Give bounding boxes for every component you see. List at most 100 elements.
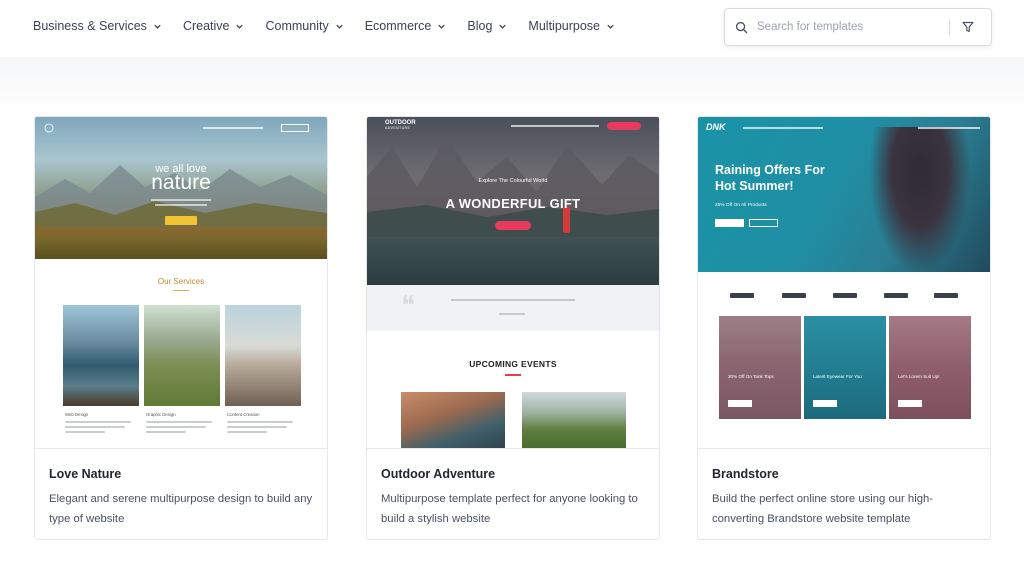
nav-item-label: Community: [265, 19, 329, 33]
quote-line: [451, 299, 575, 301]
product-button: [728, 400, 752, 407]
chevron-down-icon: [336, 24, 343, 29]
hero-button: [165, 216, 197, 225]
text-line: [227, 426, 287, 428]
brand-logo: [884, 293, 908, 298]
event-image: [522, 392, 626, 448]
search-input[interactable]: [757, 21, 943, 33]
nav-item-blog[interactable]: Blog: [467, 19, 507, 33]
brand-logo: [782, 293, 806, 298]
text-line: [227, 421, 293, 423]
site-logo: DNK: [706, 122, 726, 132]
hero-button: [715, 219, 744, 227]
chevron-down-icon: [236, 24, 244, 29]
card-title: Outdoor Adventure: [381, 467, 496, 481]
template-preview[interactable]: we all love nature Our Services Web Desi…: [35, 117, 327, 449]
hero-small-text: Explore The Colourful World: [478, 178, 548, 184]
filter-icon[interactable]: [962, 21, 974, 33]
template-preview[interactable]: OUTDOOR ADVENTURE Explore The Colourful …: [367, 117, 659, 449]
hero-subline: [151, 199, 211, 201]
text-line: [146, 421, 212, 423]
section-underline: [505, 374, 521, 376]
hero-headline-line: Raining Offers For: [715, 163, 825, 177]
hero-subline: [155, 204, 207, 206]
search-icon: [735, 21, 748, 33]
mini-utility-menu: [918, 127, 980, 129]
product-caption: Latest Eyewear For You: [813, 374, 862, 379]
hero-button: [495, 221, 531, 230]
text-line: [65, 431, 105, 433]
hero-headline: Raining Offers For Hot Summer!: [715, 162, 825, 194]
card-description: Build the perfect online store using our…: [712, 493, 934, 525]
text-line: [146, 431, 186, 433]
nav-item-multipurpose[interactable]: Multipurpose: [528, 19, 615, 33]
hero-subtext: 25% Off On All Products: [715, 203, 767, 208]
service-image: [63, 305, 139, 406]
event-image: [401, 392, 505, 448]
text-line: [227, 431, 267, 433]
chevron-down-icon: [154, 24, 161, 29]
nav-item-label: Ecommerce: [364, 19, 432, 33]
product-tile: Latest Eyewear For You: [804, 316, 886, 419]
mini-menu: [511, 125, 599, 127]
site-logo-icon: [44, 123, 54, 133]
quote-icon: ❝: [401, 291, 415, 320]
nav-item-business-services[interactable]: Business & Services: [33, 19, 162, 33]
hero-headline-line: Hot Summer!: [715, 179, 794, 193]
service-caption: Content Creation: [227, 412, 260, 417]
site-logo-sub: ADVENTURE: [385, 126, 411, 130]
nav-item-label: Business & Services: [33, 19, 147, 33]
section-underline: [173, 290, 189, 291]
card-title: Brandstore: [712, 467, 779, 481]
search-box: [724, 8, 992, 46]
chevron-down-icon: [438, 24, 446, 29]
nav-item-community[interactable]: Community: [265, 19, 343, 33]
product-button: [813, 400, 837, 407]
product-caption: 20% Off On Tank Tops: [728, 374, 774, 379]
brand-logo: [833, 293, 857, 298]
header-band: [0, 57, 1024, 117]
nav-item-label: Creative: [182, 19, 230, 33]
product-tile: Let's Lorem Suit Up!: [889, 316, 971, 419]
category-nav: Business & Services Creative Community E…: [33, 19, 636, 33]
product-caption: Let's Lorem Suit Up!: [898, 374, 940, 379]
service-caption: Web Design: [65, 412, 89, 417]
service-image: [225, 305, 301, 406]
chevron-down-icon: [499, 24, 507, 29]
section-title: UPCOMING EVENTS: [469, 359, 557, 369]
product-tile: 20% Off On Tank Tops: [719, 316, 801, 419]
card-description: Multipurpose template perfect for anyone…: [381, 493, 638, 525]
template-card-brandstore[interactable]: DNK Raining Offers For Hot Summer! 25% O…: [697, 116, 991, 540]
nav-item-creative[interactable]: Creative: [183, 19, 245, 33]
text-line: [65, 426, 125, 428]
card-title: Love Nature: [49, 467, 122, 481]
hero-button-outline: [749, 219, 778, 227]
text-line: [146, 426, 206, 428]
nav-item-ecommerce[interactable]: Ecommerce: [365, 19, 447, 33]
nav-item-label: Blog: [467, 19, 493, 33]
template-card-outdoor-adventure[interactable]: OUTDOOR ADVENTURE Explore The Colourful …: [366, 116, 660, 540]
top-bar: Business & Services Creative Community E…: [0, 0, 1024, 57]
quote-author: [499, 313, 525, 315]
nav-item-label: Multipurpose: [528, 19, 600, 33]
service-image: [144, 305, 220, 406]
card-description: Elegant and serene multipurpose design t…: [49, 493, 313, 525]
mini-cta: [281, 124, 309, 132]
mini-cta: [607, 122, 641, 130]
brand-logo: [934, 293, 958, 298]
template-preview[interactable]: DNK Raining Offers For Hot Summer! 25% O…: [698, 117, 990, 449]
mini-menu: [743, 127, 823, 129]
hero-big-text: nature: [151, 171, 211, 194]
chevron-down-icon: [607, 24, 614, 29]
search-divider: [949, 19, 950, 35]
brand-logo: [730, 293, 754, 298]
hero-big-text: A WONDERFUL GIFT: [445, 196, 581, 211]
hero-foreground: [35, 237, 327, 259]
section-title: Our Services: [157, 277, 205, 286]
mini-menu: [203, 127, 263, 129]
model-figure: [870, 127, 970, 272]
template-card-love-nature[interactable]: we all love nature Our Services Web Desi…: [34, 116, 328, 540]
text-line: [65, 421, 131, 423]
product-button: [898, 400, 922, 407]
service-caption: Graphic Design: [146, 412, 176, 417]
